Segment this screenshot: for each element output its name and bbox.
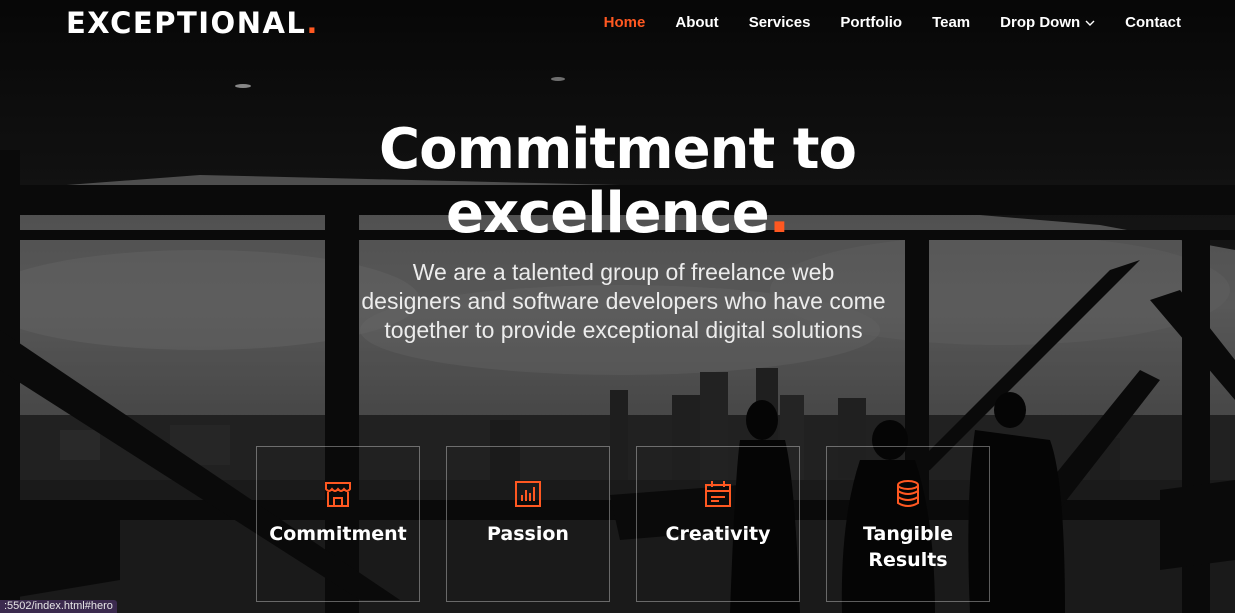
nav-team[interactable]: Team — [932, 13, 970, 33]
nav-home[interactable]: Home — [604, 13, 646, 33]
chevron-down-icon — [1085, 20, 1095, 26]
brand-logo[interactable]: EXCEPTIONAL. — [66, 4, 319, 42]
hero-title-dot: . — [768, 181, 790, 246]
feature-box-commitment[interactable]: Commitment — [256, 446, 420, 602]
brand-dot: . — [306, 6, 319, 40]
store-icon — [325, 482, 351, 507]
hero-subtitle: We are a talented group of freelance web… — [361, 259, 886, 343]
main-nav: Home About Services Portfolio Team Drop … — [604, 13, 1181, 33]
nav-portfolio[interactable]: Portfolio — [840, 13, 902, 33]
database-icon — [897, 480, 919, 507]
feature-title: Passion — [487, 523, 569, 545]
hero-title-line2: excellence — [446, 181, 770, 246]
brand-name: EXCEPTIONAL — [66, 6, 307, 40]
hero-title-line2-wrap: excellence. — [0, 182, 1235, 246]
bar-chart-icon — [515, 481, 541, 507]
browser-status-url: :5502/index.html#hero — [0, 600, 117, 613]
feature-title: Commitment — [269, 523, 407, 545]
hero-title: Commitment to excellence. — [0, 118, 1235, 246]
feature-box-tangible-results[interactable]: Tangible Results — [826, 446, 990, 602]
nav-contact[interactable]: Contact — [1125, 13, 1181, 33]
site-header: EXCEPTIONAL. Home About Services Portfol… — [0, 0, 1235, 48]
calendar-icon — [705, 481, 731, 507]
nav-drop-down-label: Drop Down — [1000, 14, 1081, 31]
nav-drop-down[interactable]: Drop Down — [1000, 13, 1095, 33]
hero-title-line1: Commitment to — [379, 117, 857, 182]
feature-box-creativity[interactable]: Creativity — [636, 446, 800, 602]
nav-about[interactable]: About — [675, 13, 718, 33]
feature-title: Creativity — [665, 523, 771, 545]
feature-title: Tangible Results — [863, 523, 953, 571]
nav-services[interactable]: Services — [749, 13, 811, 33]
feature-box-passion[interactable]: Passion — [446, 446, 610, 602]
